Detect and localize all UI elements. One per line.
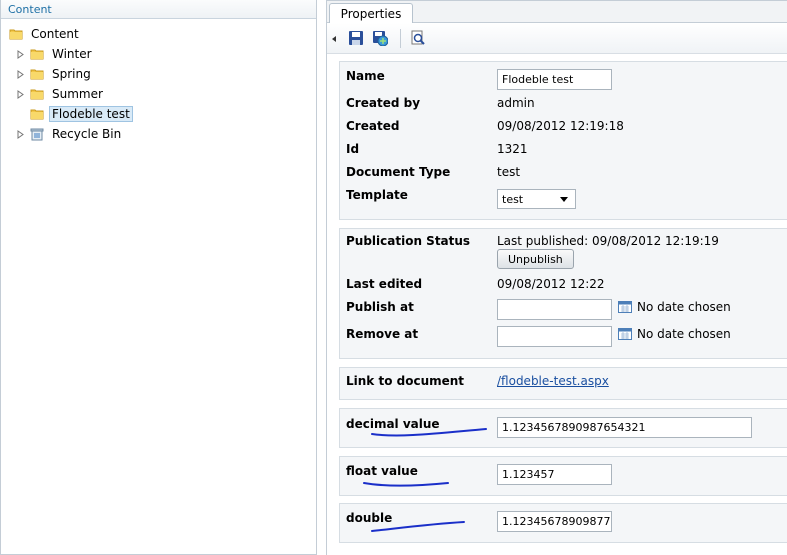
unpublish-button[interactable]: Unpublish — [497, 249, 574, 269]
expand-arrow-icon[interactable] — [17, 129, 24, 139]
expand-arrow-icon[interactable] — [17, 89, 24, 99]
tree-item-spring[interactable]: Spring — [17, 65, 94, 83]
remove-at-input[interactable] — [497, 326, 612, 347]
template-select[interactable]: test — [497, 189, 576, 209]
folder-icon — [30, 69, 44, 80]
annotation-underline — [371, 521, 465, 532]
created-label: Created — [346, 119, 400, 133]
toolbar-separator — [400, 29, 401, 48]
double-section: double 1.12345678909877 — [339, 503, 787, 543]
tree-item-label: Summer — [52, 87, 103, 101]
preview-icon[interactable] — [410, 30, 426, 46]
tree-item-label: Spring — [52, 67, 91, 81]
chevron-down-icon — [560, 197, 568, 202]
id-label: Id — [346, 142, 360, 156]
decimal-value-input[interactable]: 1.1234567890987654321 — [497, 417, 752, 438]
template-label: Template — [346, 188, 408, 202]
last-edited-value: 09/08/2012 12:22 — [497, 277, 605, 291]
folder-icon — [30, 89, 44, 100]
publish-at-label: Publish at — [346, 300, 414, 314]
tree-item-flodeble-test[interactable]: Flodeble test — [30, 105, 133, 123]
expand-arrow-icon[interactable] — [17, 69, 24, 79]
tree-item-summer[interactable]: Summer — [17, 85, 106, 103]
tree-item-label: Flodeble test — [49, 106, 133, 122]
tree-item-recycle-bin[interactable]: Recycle Bin — [17, 125, 124, 143]
content-tree-header: Content — [1, 0, 316, 19]
remove-at-label: Remove at — [346, 327, 419, 341]
folder-icon — [30, 49, 44, 60]
decimal-value-section: decimal value 1.1234567890987654321 — [339, 408, 787, 448]
document-link[interactable]: /flodeble-test.aspx — [497, 374, 609, 388]
tree-item-label: Content — [31, 27, 79, 41]
float-value-input[interactable]: 1.123457 — [497, 464, 612, 485]
expand-arrow-icon[interactable] — [17, 49, 24, 59]
id-value: 1321 — [497, 142, 528, 156]
created-value: 09/08/2012 12:19:18 — [497, 119, 624, 133]
last-edited-label: Last edited — [346, 277, 423, 291]
double-input[interactable]: 1.12345678909877 — [497, 511, 612, 532]
properties-panel: Properties Name Flodeble test Created by… — [326, 0, 787, 555]
float-value-section: float value 1.123457 — [339, 456, 787, 496]
tree-item-winter[interactable]: Winter — [17, 45, 95, 63]
publication-status-label: Publication Status — [346, 234, 471, 248]
float-value-label: float value — [346, 464, 418, 478]
tree-item-content[interactable]: Content — [9, 25, 82, 43]
publication-status-value: Last published: 09/08/2012 12:19:19 — [497, 234, 719, 248]
link-to-document-label: Link to document — [346, 374, 465, 388]
publish-at-note: No date chosen — [637, 300, 731, 314]
name-label: Name — [346, 69, 385, 83]
save-icon[interactable] — [348, 30, 364, 46]
toolbar — [327, 23, 787, 54]
folder-icon — [30, 109, 44, 120]
calendar-icon[interactable] — [618, 301, 632, 313]
template-select-value: test — [502, 193, 524, 206]
document-info-section: Name Flodeble test Created by admin Crea… — [339, 61, 787, 220]
folder-icon — [9, 29, 23, 40]
tab-properties[interactable]: Properties — [329, 3, 413, 24]
recycle-bin-icon — [30, 128, 44, 141]
calendar-icon[interactable] — [618, 328, 632, 340]
created-by-label: Created by — [346, 96, 421, 110]
annotation-underline — [371, 428, 487, 437]
created-by-value: admin — [497, 96, 535, 110]
name-input[interactable]: Flodeble test — [497, 69, 612, 90]
remove-at-note: No date chosen — [637, 327, 731, 341]
toolbar-arrow-icon — [332, 36, 336, 42]
content-tree-panel: Content Content Winter Spring Summer Flo… — [0, 0, 317, 555]
tab-bar: Properties — [327, 1, 787, 24]
publication-section: Publication Status Last published: 09/08… — [339, 228, 787, 359]
annotation-underline — [363, 482, 449, 487]
tree-item-label: Recycle Bin — [52, 127, 122, 141]
link-section: Link to document /flodeble-test.aspx — [339, 367, 787, 400]
save-and-publish-icon[interactable] — [372, 30, 388, 46]
document-type-label: Document Type — [346, 165, 451, 179]
publish-at-input[interactable] — [497, 299, 612, 320]
tree-item-label: Winter — [52, 47, 92, 61]
document-type-value: test — [497, 165, 521, 179]
